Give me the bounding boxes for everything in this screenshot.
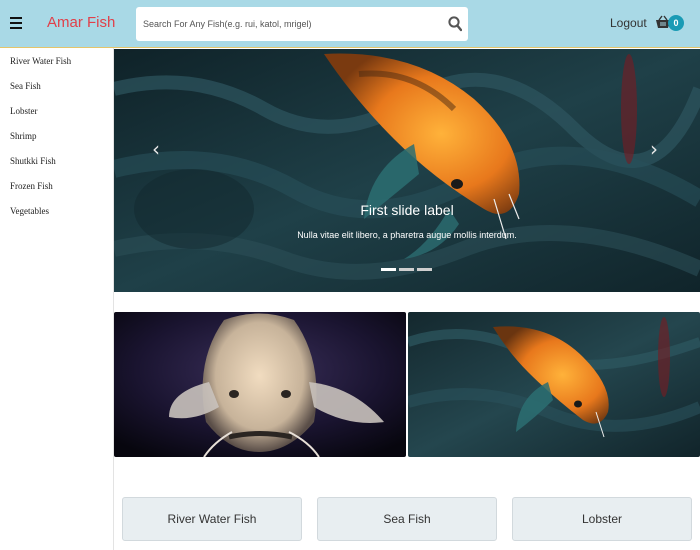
brand-logo[interactable]: Amar Fish bbox=[47, 14, 115, 31]
catfish-image bbox=[114, 312, 406, 457]
sidebar-item-vegetables[interactable]: Vegetables bbox=[10, 206, 49, 216]
sidebar-item-lobster[interactable]: Lobster bbox=[10, 106, 38, 116]
feature-image-koi[interactable] bbox=[408, 312, 700, 457]
category-sidebar: River Water Fish Sea Fish Lobster Shrimp… bbox=[0, 48, 114, 550]
slide-caption-text: Nulla vitae elit libero, a pharetra augu… bbox=[297, 230, 517, 240]
hero-carousel: ‹ › First slide label Nulla vitae elit l… bbox=[114, 49, 700, 292]
cart-count-badge: 0 bbox=[668, 15, 684, 31]
koi-fish-slide-image bbox=[114, 49, 700, 292]
carousel-indicator-2[interactable] bbox=[399, 268, 414, 271]
carousel-prev-icon[interactable]: ‹ bbox=[152, 137, 160, 161]
carousel-indicator-1[interactable] bbox=[381, 268, 396, 271]
sidebar-item-sea-fish[interactable]: Sea Fish bbox=[10, 81, 41, 91]
cart-button[interactable]: 0 bbox=[655, 12, 685, 38]
sidebar-item-shutkki-fish[interactable]: Shutkki Fish bbox=[10, 156, 56, 166]
sidebar-item-river-water-fish[interactable]: River Water Fish bbox=[10, 56, 71, 66]
sidebar-item-shrimp[interactable]: Shrimp bbox=[10, 131, 37, 141]
sidebar-item-frozen-fish[interactable]: Frozen Fish bbox=[10, 181, 53, 191]
top-navbar: Amar Fish Logout 0 bbox=[0, 0, 700, 48]
search-icon[interactable] bbox=[448, 16, 462, 32]
hamburger-menu-icon[interactable] bbox=[10, 17, 22, 29]
category-button-river-water-fish[interactable]: River Water Fish bbox=[122, 497, 302, 541]
logout-link[interactable]: Logout bbox=[610, 16, 647, 30]
search-box bbox=[136, 7, 468, 41]
slide-caption-title: First slide label bbox=[360, 202, 454, 218]
feature-image-catfish[interactable] bbox=[114, 312, 406, 457]
category-button-sea-fish[interactable]: Sea Fish bbox=[317, 497, 497, 541]
koi-image bbox=[408, 312, 700, 457]
category-button-lobster[interactable]: Lobster bbox=[512, 497, 692, 541]
carousel-next-icon[interactable]: › bbox=[650, 137, 658, 161]
search-input[interactable] bbox=[136, 7, 436, 41]
carousel-indicator-3[interactable] bbox=[417, 268, 432, 271]
